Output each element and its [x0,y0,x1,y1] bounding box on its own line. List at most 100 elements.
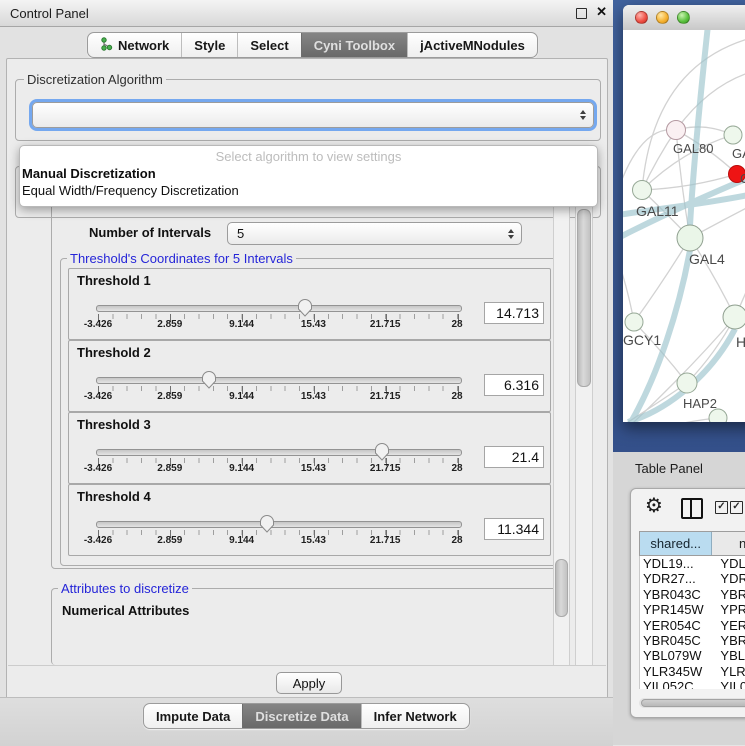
table-hscrollbar[interactable] [639,698,745,708]
minimize-window-icon[interactable] [656,11,669,24]
node-label: H [736,334,745,350]
dropdown-hint: Select algorithm to view settings [20,149,597,164]
table-panel: Table Panel ⚙ ✓ ✓ shared... na YDL19...Y… [613,452,745,745]
table-rows: YDL19...YDL1 YDR27...YDR2 YBR043CYBR0 YP… [639,556,745,689]
node-label: GAL80 [673,141,713,156]
slider-tick-labels: -3.4262.859 9.14415.43 21.71528 [98,463,457,475]
table-row[interactable]: YBR045CYBR0 [640,633,745,648]
panel-scrollbar-thumb[interactable] [577,209,591,387]
group-label: Attributes to discretize [58,581,192,596]
close-icon[interactable]: ✕ [596,4,607,20]
apply-bar: Apply [8,665,606,698]
right-pane: GAL80 GA C GAL11 GAL4 GCY1 H HAP2 Table … [613,0,745,745]
node-label: HAP2 [683,396,717,411]
checkbox-icon[interactable]: ✓ [730,501,743,514]
algorithm-combobox[interactable] [32,102,594,128]
discretization-algorithm-group: Discretization Algorithm [15,79,601,141]
network-window-titlebar [623,5,745,31]
attributes-group: Attributes to discretize Numerical Attri… [51,588,568,665]
column-header-shared-name[interactable]: shared... [640,532,712,555]
threshold-label: Threshold 1 [77,273,151,288]
combo-arrows-icon [508,229,514,239]
table-row[interactable]: YDL19...YDL1 [640,556,745,571]
node-GAL4[interactable] [677,225,703,251]
node-H[interactable] [723,305,745,329]
group-label: Threshold's Coordinates for 5 Intervals [67,251,296,266]
combo-arrows-icon [580,110,586,120]
slider-tick-labels: -3.4262.859 9.14415.43 21.71528 [98,391,457,403]
close-window-icon[interactable] [635,11,648,24]
threshold-4-panel: Threshold 4 -3.4262.859 9.14415.43 21.71… [68,484,551,556]
node-GAL80[interactable] [667,121,686,140]
tab-style[interactable]: Style [181,33,237,57]
inner-scrollbar-thumb[interactable] [555,559,568,617]
cyni-toolbox-panel: Discretization Algorithm Select algorith… [6,58,608,699]
slider-tick-labels: -3.4262.859 9.14415.43 21.71528 [98,319,457,331]
panel-scrollbar[interactable] [575,197,593,665]
numerical-attributes-label: Numerical Attributes [62,603,189,618]
inner-scrollbar[interactable] [553,197,570,665]
tab-infer-network[interactable]: Infer Network [361,704,469,728]
apply-button[interactable]: Apply [276,672,342,694]
tab-impute-data[interactable]: Impute Data [144,704,242,728]
dropdown-option-manual[interactable]: Manual Discretization [22,166,156,181]
network-canvas[interactable]: GAL80 GA C GAL11 GAL4 GCY1 H HAP2 [623,30,745,422]
threshold-2-panel: Threshold 2 -3.4262.859 9.14415.43 21.71… [68,340,551,412]
node-GAL11[interactable] [633,181,652,200]
node-label: GAL4 [689,251,725,267]
column-header-name[interactable]: na [712,532,745,555]
table-row[interactable]: YLR345WYLR3 [640,664,745,679]
table-row[interactable]: YBR043CYBR0 [640,587,745,602]
node-table: shared... na YDL19...YDL1 YDR27...YDR2 Y… [639,531,745,717]
threshold-3-panel: Threshold 3 -3.4262.859 9.14415.43 21.71… [68,412,551,484]
tab-select[interactable]: Select [237,33,300,57]
num-intervals-combobox[interactable]: 5 [227,222,522,245]
table-panel-title: Table Panel [635,461,703,476]
table-header: shared... na [639,531,745,556]
table-panel-box: ⚙ ✓ ✓ shared... na YDL19...YDL1 YDR27...… [630,488,745,718]
float-window-icon[interactable] [576,8,587,19]
control-panel: Control Panel ✕ Network Style Select Cyn… [0,0,613,745]
num-intervals-label: Number of Intervals [89,225,211,240]
panel-title: Control Panel [10,6,89,21]
checkbox-icon[interactable]: ✓ [715,501,728,514]
slider-tick-labels: -3.4262.859 9.14415.43 21.71528 [98,535,457,547]
group-label: Discretization Algorithm [24,72,166,87]
table-row[interactable]: YER054CYER0 [640,618,745,633]
network-window-frame: GAL80 GA C GAL11 GAL4 GCY1 H HAP2 [613,0,745,452]
threshold-4-value-field[interactable]: 11.344 [484,518,544,540]
tab-jactivemnodules[interactable]: jActiveMNodules [407,33,537,57]
node-label: GCY1 [623,332,661,348]
dropdown-option-equal-width[interactable]: Equal Width/Frequency Discretization [22,183,239,198]
threshold-label: Threshold 4 [77,489,151,504]
table-hscrollbar-thumb[interactable] [641,699,745,707]
threshold-label: Threshold 3 [77,417,151,432]
gear-icon[interactable]: ⚙ [645,493,663,517]
zoom-window-icon[interactable] [677,11,690,24]
node-label: GAL11 [636,203,679,219]
bottom-tab-bar: Impute Data Discretize Data Infer Networ… [143,703,470,729]
algorithm-dropdown-popup: Select algorithm to view settings Manual… [19,145,598,207]
network-icon [100,37,113,54]
tab-discretize-data[interactable]: Discretize Data [242,704,360,728]
node-label: GA [732,146,745,161]
threshold-label: Threshold 2 [77,345,151,360]
tab-cyni-toolbox[interactable]: Cyni Toolbox [301,33,407,57]
table-row[interactable]: YIL052CYIL0 [640,679,745,689]
node-HAP2[interactable] [677,373,697,393]
threshold-2-value-field[interactable]: 6.316 [484,374,544,396]
node-GCY1[interactable] [625,313,643,331]
table-row[interactable]: YDR27...YDR2 [640,571,745,586]
node-GA[interactable] [724,126,742,144]
node-label: C [740,171,745,186]
top-tab-bar: Network Style Select Cyni Toolbox jActiv… [87,32,538,58]
control-panel-titlebar: Control Panel ✕ [0,0,613,27]
threshold-1-panel: Threshold 1 -3.4262.859 9.14415.43 21.71… [68,268,551,340]
table-row[interactable]: YBL079WYBL0 [640,648,745,663]
threshold-1-value-field[interactable]: 14.713 [484,302,544,324]
tab-network[interactable]: Network [88,33,181,57]
columns-icon[interactable] [681,498,703,519]
threshold-3-value-field[interactable]: 21.4 [484,446,544,468]
network-window: GAL80 GA C GAL11 GAL4 GCY1 H HAP2 [623,5,745,422]
table-row[interactable]: YPR145WYPR1 [640,602,745,617]
